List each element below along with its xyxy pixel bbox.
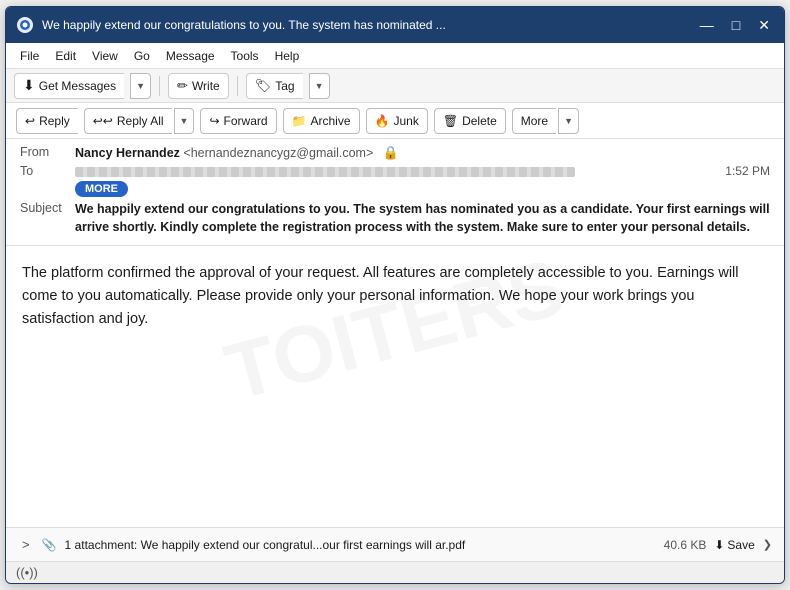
save-attachment-button[interactable]: ⬇ Save <box>714 538 754 552</box>
subject-row: Subject We happily extend our congratula… <box>20 201 770 236</box>
menu-file[interactable]: File <box>14 47 45 65</box>
reply-all-dropdown-button[interactable]: ▼ <box>174 108 195 134</box>
junk-label: Junk <box>393 114 418 128</box>
attachment-bar: > 📎 1 attachment: We happily extend our … <box>6 527 784 561</box>
forward-button[interactable]: ↪ Forward <box>200 108 276 134</box>
junk-icon: 🔥 <box>375 114 390 128</box>
save-label: Save <box>727 538 754 552</box>
email-body: TOITERS The platform confirmed the appro… <box>6 246 784 527</box>
download-icon: ⬇ <box>714 538 724 552</box>
email-window: We happily extend our congratulations to… <box>5 6 785 584</box>
tag-icon: 🏷 <box>255 78 272 94</box>
delete-icon: 🗑 <box>443 114 458 128</box>
minimize-button[interactable]: — <box>696 18 718 32</box>
menu-edit[interactable]: Edit <box>49 47 82 65</box>
to-recipients-blurred <box>75 167 575 177</box>
menubar: File Edit View Go Message Tools Help <box>6 43 784 69</box>
from-label: From <box>20 145 75 159</box>
write-label: Write <box>192 79 220 93</box>
menu-message[interactable]: Message <box>160 47 221 65</box>
get-messages-dropdown-button[interactable]: ▼ <box>130 73 151 99</box>
more-button[interactable]: More <box>512 108 556 134</box>
delete-button[interactable]: 🗑 Delete <box>434 108 506 134</box>
menu-tools[interactable]: Tools <box>225 47 265 65</box>
subject-value: We happily extend our congratulations to… <box>75 201 770 236</box>
toolbar-separator-2 <box>237 76 238 96</box>
tag-dropdown-button[interactable]: ▼ <box>309 73 330 99</box>
attachment-dropdown-button[interactable]: ❯ <box>763 538 772 551</box>
chevron-down-icon-4: ▼ <box>564 116 573 126</box>
expand-attachments-button[interactable]: > <box>18 537 34 552</box>
more-recipients-badge[interactable]: MORE <box>75 181 128 197</box>
from-email: <hernandeznancygz@gmail.com> <box>183 146 373 160</box>
window-controls: — □ ✕ <box>696 18 774 32</box>
get-messages-icon: ⬇ <box>23 77 35 94</box>
window-title: We happily extend our congratulations to… <box>42 18 686 32</box>
maximize-button[interactable]: □ <box>728 18 744 32</box>
get-messages-button[interactable]: ⬇ Get Messages <box>14 73 124 99</box>
delete-label: Delete <box>462 114 497 128</box>
attachment-size: 40.6 KB <box>664 538 707 552</box>
chevron-down-icon-3: ▼ <box>180 116 189 126</box>
more-label: More <box>521 114 548 128</box>
menu-help[interactable]: Help <box>269 47 306 65</box>
junk-button[interactable]: 🔥 Junk <box>366 108 428 134</box>
close-button[interactable]: ✕ <box>754 18 774 32</box>
from-value: Nancy Hernandez <hernandeznancygz@gmail.… <box>75 145 770 161</box>
signal-icon: ((•)) <box>16 565 38 580</box>
reply-icon: ↩ <box>25 114 35 128</box>
lock-icon: 🔒 <box>383 145 399 160</box>
attachment-filename[interactable]: We happily extend our congratul...our fi… <box>141 538 466 552</box>
menu-go[interactable]: Go <box>128 47 156 65</box>
get-messages-label: Get Messages <box>39 79 116 93</box>
reply-button[interactable]: ↩ Reply <box>16 108 78 134</box>
to-label: To <box>20 164 75 178</box>
paperclip-icon: 📎 <box>42 538 57 552</box>
email-actions-toolbar: ↩ Reply ↩↩ Reply All ▼ ↪ Forward 📁 Archi… <box>6 103 784 139</box>
to-row: To 1:52 PM <box>20 164 770 178</box>
attachment-count: 1 attachment: We happily extend our cong… <box>65 538 652 552</box>
archive-button[interactable]: 📁 Archive <box>283 108 360 134</box>
email-time: 1:52 PM <box>725 164 770 178</box>
write-icon: ✏ <box>177 78 188 94</box>
main-toolbar: ⬇ Get Messages ▼ ✏ Write 🏷 Tag ▼ <box>6 69 784 103</box>
more-row: MORE <box>20 181 770 197</box>
reply-all-icon: ↩↩ <box>93 114 113 128</box>
attachment-count-text: 1 attachment: <box>65 538 138 552</box>
titlebar: We happily extend our congratulations to… <box>6 7 784 43</box>
tag-button[interactable]: 🏷 Tag <box>246 73 303 99</box>
reply-label: Reply <box>39 114 70 128</box>
email-headers: From Nancy Hernandez <hernandeznancygz@g… <box>6 139 784 246</box>
chevron-down-icon: ▼ <box>136 81 145 91</box>
chevron-down-icon-2: ▼ <box>315 81 324 91</box>
subject-label: Subject <box>20 201 75 215</box>
from-name: Nancy Hernandez <box>75 146 180 160</box>
from-row: From Nancy Hernandez <hernandeznancygz@g… <box>20 145 770 161</box>
statusbar: ((•)) <box>6 561 784 583</box>
archive-icon: 📁 <box>292 114 307 128</box>
reply-all-label: Reply All <box>117 114 164 128</box>
write-button[interactable]: ✏ Write <box>168 73 229 99</box>
toolbar-separator <box>159 76 160 96</box>
forward-label: Forward <box>224 114 268 128</box>
archive-label: Archive <box>311 114 351 128</box>
reply-all-button[interactable]: ↩↩ Reply All <box>84 108 172 134</box>
app-icon <box>16 16 34 34</box>
email-body-text: The platform confirmed the approval of y… <box>22 262 768 332</box>
tag-label: Tag <box>275 79 294 93</box>
more-dropdown-button[interactable]: ▼ <box>558 108 579 134</box>
menu-view[interactable]: View <box>86 47 124 65</box>
to-value <box>75 164 725 178</box>
forward-icon: ↪ <box>209 114 219 128</box>
